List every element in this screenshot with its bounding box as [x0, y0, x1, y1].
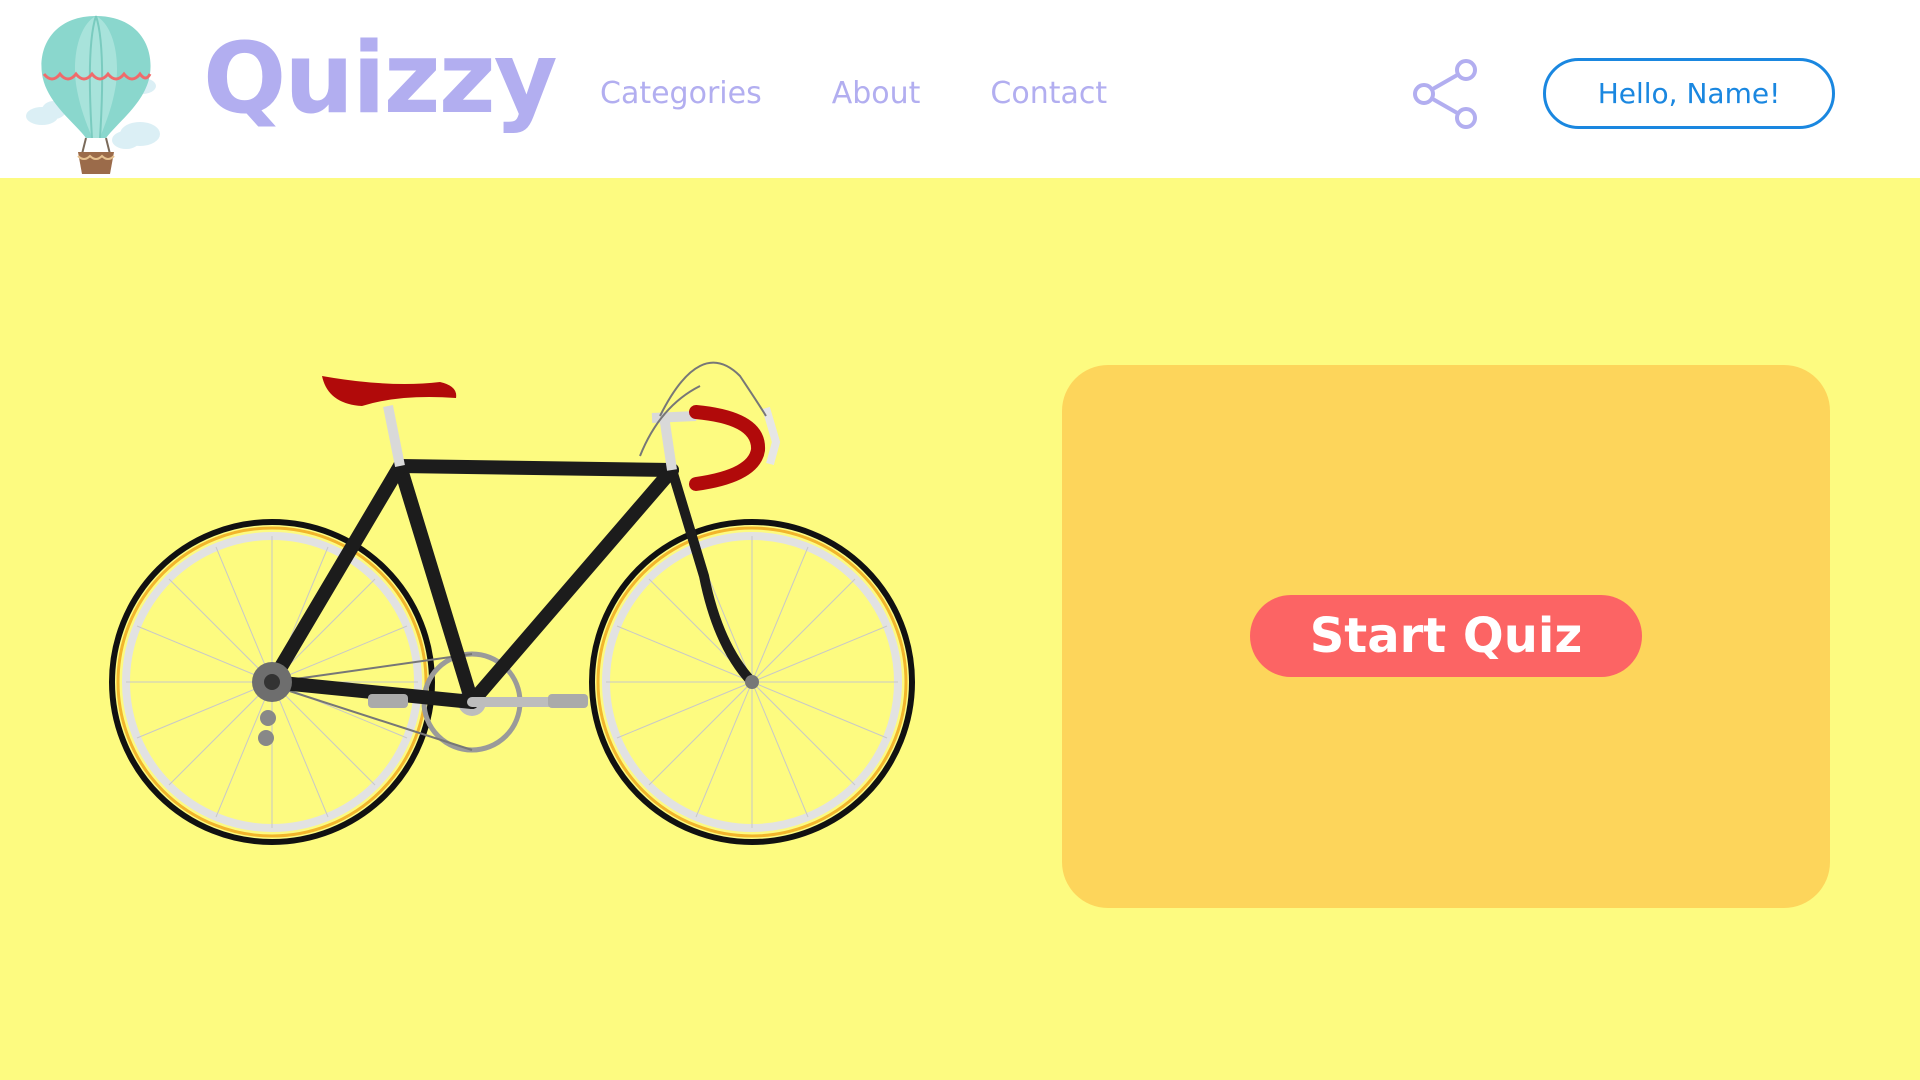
nav-link-categories[interactable]: Categories — [600, 72, 762, 116]
greeting-button[interactable]: Hello, Name! — [1543, 58, 1835, 129]
hot-air-balloon-icon[interactable] — [22, 14, 170, 174]
nav-link-about[interactable]: About — [832, 72, 921, 116]
bicycle-illustration — [109, 361, 915, 845]
hero-section: Start Quiz — [0, 178, 1920, 1080]
share-icon[interactable] — [1408, 58, 1480, 130]
brand-logo-text[interactable]: Quizzy — [203, 30, 558, 128]
quiz-card: Start Quiz — [1062, 365, 1830, 908]
top-header: Quizzy Categories About Contact Hello, N… — [0, 0, 1920, 178]
main-nav: Categories About Contact — [600, 72, 1177, 116]
nav-link-contact[interactable]: Contact — [990, 72, 1107, 116]
start-quiz-button[interactable]: Start Quiz — [1250, 595, 1642, 677]
